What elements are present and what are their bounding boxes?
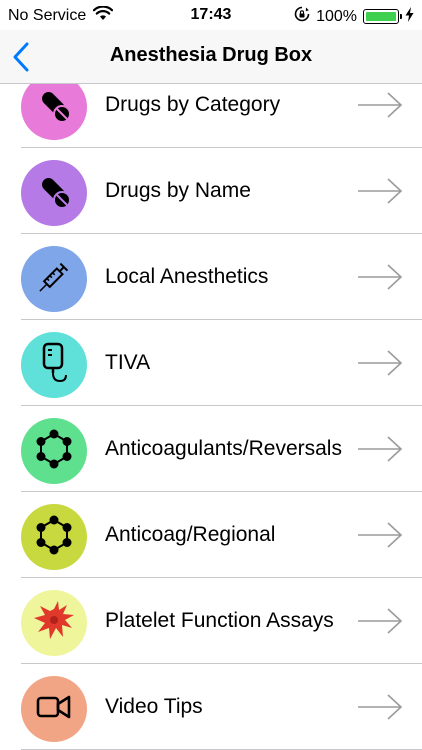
pill-icon xyxy=(34,171,74,216)
list-item-label: Drugs by Category xyxy=(105,93,281,116)
status-bar: No Service 17:43 100% xyxy=(0,0,422,30)
arrow-right-icon xyxy=(356,349,404,377)
platelet-icon xyxy=(32,599,76,648)
list-item-local-anesthetics[interactable]: Local Anesthetics xyxy=(0,234,422,320)
battery-percent: 100% xyxy=(316,7,357,25)
list-item-label: Anticoagulants/Reversals xyxy=(105,437,342,460)
list-item-drugs-by-category[interactable]: Drugs by Category xyxy=(0,84,422,148)
arrow-right-icon xyxy=(356,693,404,721)
page-title: Anesthesia Drug Box xyxy=(109,44,313,66)
list-item-anticoag-regional[interactable]: Anticoag/Regional xyxy=(0,492,422,578)
row-icon-circle xyxy=(21,332,87,398)
list-item-platelet-function-assays[interactable]: Platelet Function Assays xyxy=(0,578,422,664)
navigation-bar: Anesthesia Drug Box xyxy=(0,30,422,84)
list-item-label: Local Anesthetics xyxy=(105,265,269,288)
charging-bolt-icon xyxy=(405,6,414,27)
molecule-icon xyxy=(34,515,74,560)
row-icon-circle xyxy=(21,590,87,656)
list-item-drugs-by-name[interactable]: Drugs by Name xyxy=(0,148,422,234)
list-item-label: Anticoag/Regional xyxy=(105,523,276,546)
battery-level xyxy=(366,12,396,21)
list-item-label: Platelet Function Assays xyxy=(105,609,334,632)
list-item-label: Video Tips xyxy=(105,695,203,718)
video-camera-icon xyxy=(34,692,74,727)
arrow-right-icon xyxy=(356,521,404,549)
orientation-lock-icon xyxy=(294,6,310,27)
molecule-icon xyxy=(34,429,74,474)
list-item-tiva[interactable]: TIVA xyxy=(0,320,422,406)
pill-icon xyxy=(34,85,74,130)
syringe-icon xyxy=(32,255,76,304)
row-icon-circle xyxy=(21,504,87,570)
row-icon-circle xyxy=(21,246,87,312)
arrow-right-icon xyxy=(356,177,404,205)
row-icon-circle xyxy=(21,676,87,742)
list-item-video-tips[interactable]: Video Tips xyxy=(0,664,422,750)
list-item-anticoagulants-reversals[interactable]: Anticoagulants/Reversals xyxy=(0,406,422,492)
row-icon-circle xyxy=(21,84,87,140)
battery-icon xyxy=(363,9,402,24)
row-icon-circle xyxy=(21,418,87,484)
status-right: 100% xyxy=(294,6,414,27)
list-item-label: Drugs by Name xyxy=(105,179,251,202)
list-item-label: TIVA xyxy=(105,351,151,374)
arrow-right-icon xyxy=(356,263,404,291)
row-icon-circle xyxy=(21,160,87,226)
menu-list: Drugs by Category Drugs by Name Local An… xyxy=(0,84,422,750)
arrow-right-icon xyxy=(356,91,404,119)
iv-bag-icon xyxy=(34,341,74,390)
arrow-right-icon xyxy=(356,607,404,635)
arrow-right-icon xyxy=(356,435,404,463)
